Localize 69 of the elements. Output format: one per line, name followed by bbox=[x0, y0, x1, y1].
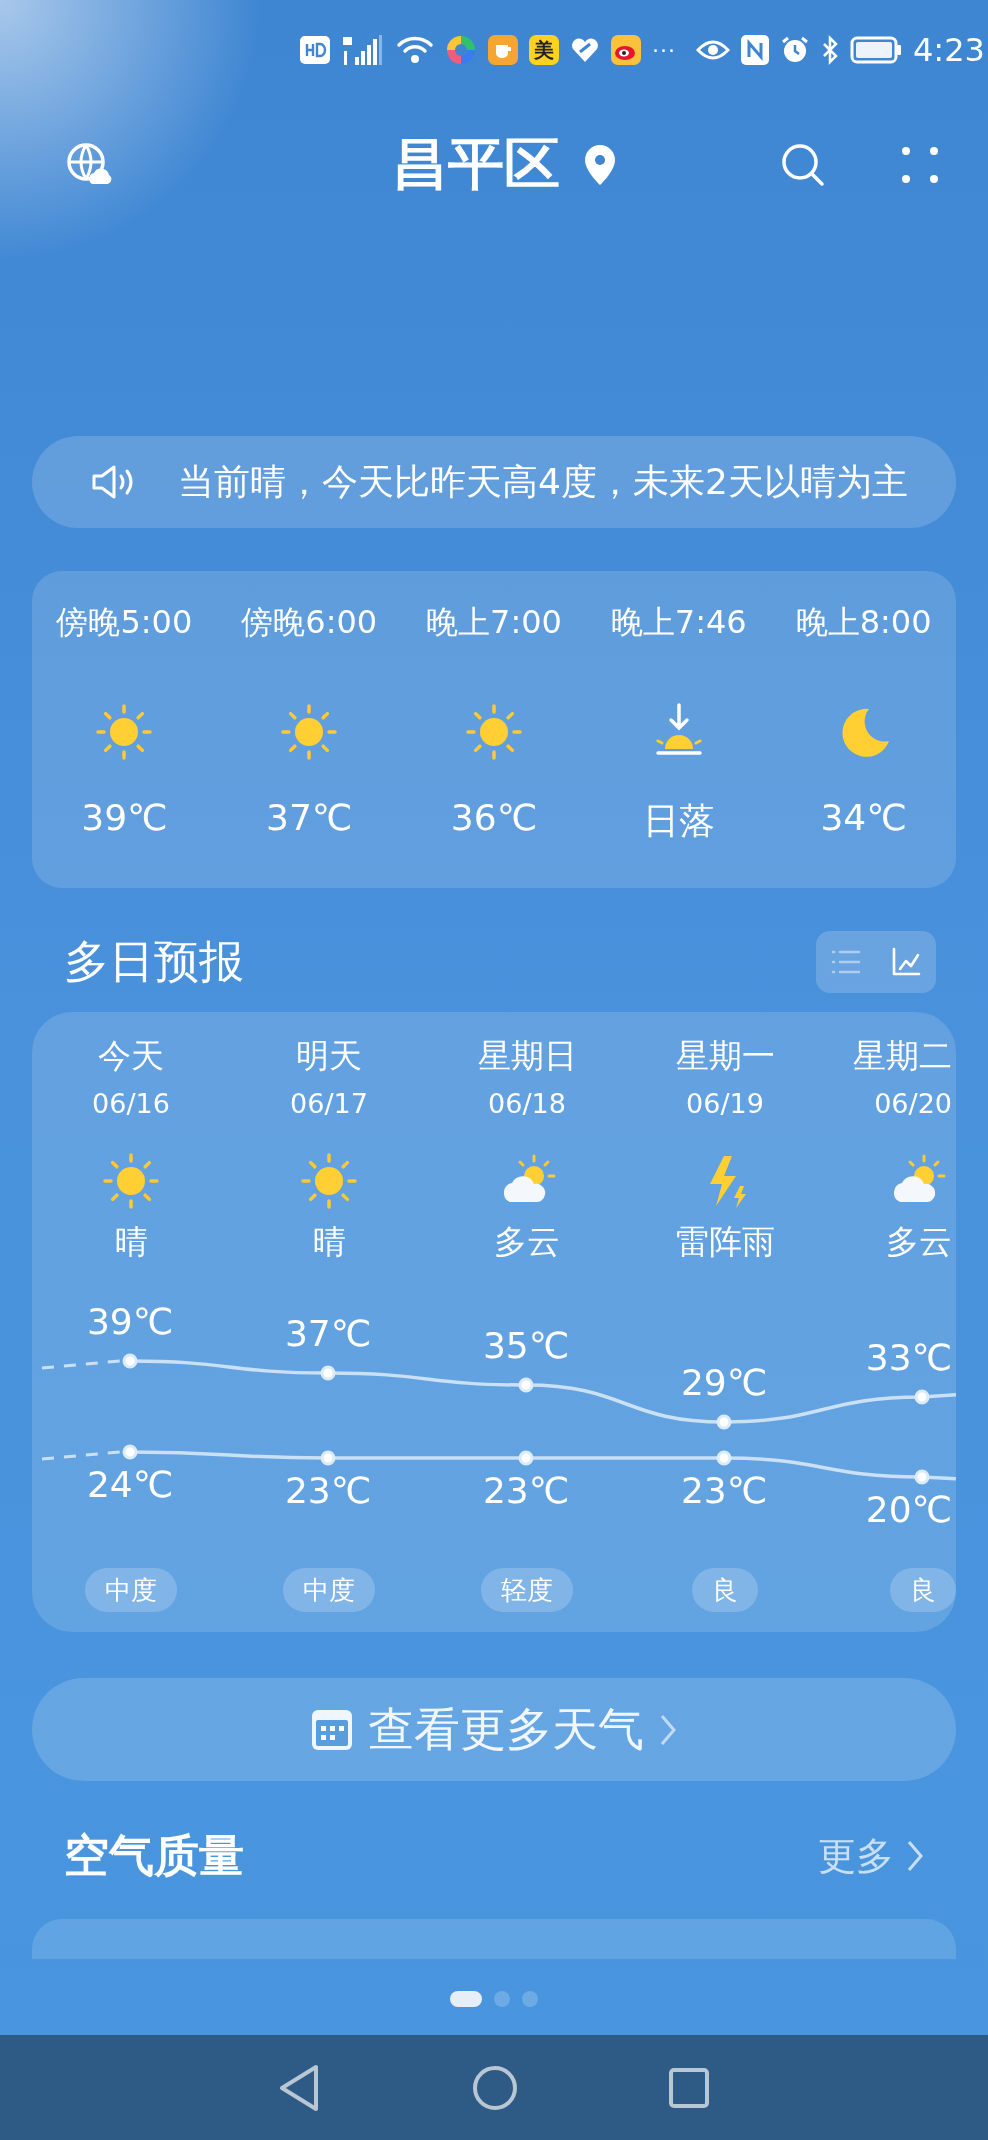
low-temperature: 23℃ bbox=[482, 1470, 570, 1511]
low-temperature: 20℃ bbox=[865, 1489, 952, 1530]
chevron-right-icon bbox=[906, 1839, 924, 1873]
hour-temperature: 34℃ bbox=[820, 797, 907, 838]
air-quality-tag: 良 bbox=[890, 1568, 956, 1612]
nfc-icon bbox=[741, 35, 769, 65]
day-date: 06/18 bbox=[488, 1088, 566, 1121]
location-pin-icon bbox=[582, 143, 618, 187]
battery-icon bbox=[850, 36, 902, 64]
day-label: 星期二 bbox=[853, 1035, 952, 1077]
day-date: 06/19 bbox=[686, 1088, 764, 1121]
notice-text: 当前晴，今天比昨天高4度，未来2天以晴为主 bbox=[178, 459, 908, 504]
page-indicator-dot[interactable] bbox=[494, 1991, 510, 2007]
air-quality-tag: 中度 bbox=[85, 1568, 177, 1612]
more-notifications: ··· bbox=[652, 37, 676, 63]
hour-temperature: 39℃ bbox=[81, 797, 168, 838]
page-indicator-dot[interactable] bbox=[522, 1991, 538, 2007]
app-badge: 美 bbox=[529, 35, 559, 65]
recent-apps-icon[interactable] bbox=[668, 2066, 710, 2109]
hour-time: 晚上8:00 bbox=[795, 602, 932, 643]
home-icon[interactable] bbox=[472, 2064, 518, 2111]
weather-condition: 多云 bbox=[494, 1221, 560, 1263]
hour-time: 傍晚5:00 bbox=[56, 602, 193, 643]
section-title: 多日预报 bbox=[64, 934, 244, 990]
high-temperature: 39℃ bbox=[86, 1301, 174, 1342]
heart-icon bbox=[570, 36, 600, 64]
day-date: 06/20 bbox=[874, 1088, 952, 1121]
air-quality-tag: 轻度 bbox=[481, 1568, 573, 1612]
eye-icon bbox=[696, 38, 730, 62]
low-temperature: 23℃ bbox=[680, 1470, 768, 1511]
weather-condition: 晴 bbox=[114, 1221, 148, 1263]
day-date: 06/17 bbox=[290, 1088, 368, 1121]
high-temperature: 37℃ bbox=[284, 1313, 372, 1354]
cup-icon bbox=[488, 35, 518, 65]
hour-time: 傍晚6:00 bbox=[241, 602, 378, 643]
hour-temperature: 日落 bbox=[642, 799, 715, 843]
clock-time: 4:23 bbox=[913, 31, 985, 69]
section-title: 空气质量 bbox=[64, 1828, 244, 1884]
signal-icon bbox=[341, 33, 385, 67]
day-label: 星期日 bbox=[477, 1035, 577, 1077]
bluetooth-icon bbox=[821, 35, 839, 65]
more-link[interactable]: 更多 bbox=[818, 1830, 924, 1882]
hour-temperature: 37℃ bbox=[266, 797, 353, 838]
day-label: 明天 bbox=[296, 1035, 362, 1077]
weather-condition: 晴 bbox=[312, 1221, 346, 1263]
hour-time: 晚上7:00 bbox=[426, 602, 562, 643]
calendar-icon bbox=[310, 1707, 354, 1752]
more-weather-button[interactable]: 查看更多天气 bbox=[32, 1678, 956, 1781]
day-date: 06/16 bbox=[92, 1088, 170, 1121]
wifi-icon bbox=[396, 34, 434, 66]
low-temperature: 24℃ bbox=[86, 1464, 174, 1505]
high-temperature: 29℃ bbox=[680, 1362, 768, 1403]
air-quality-tag: 良 bbox=[692, 1568, 758, 1612]
high-temperature: 35℃ bbox=[482, 1325, 570, 1366]
weather-condition: 多云 bbox=[886, 1221, 952, 1263]
city-title: 昌平区 bbox=[392, 130, 560, 198]
day-label: 今天 bbox=[98, 1035, 164, 1077]
low-temperature: 23℃ bbox=[284, 1470, 372, 1511]
weibo-icon bbox=[611, 35, 641, 65]
weather-notice-bar[interactable]: 当前晴，今天比昨天高4度，未来2天以晴为主 bbox=[32, 436, 956, 528]
app-icon bbox=[445, 34, 477, 66]
weather-condition: 雷阵雨 bbox=[675, 1221, 775, 1263]
high-temperature: 33℃ bbox=[865, 1337, 952, 1378]
hour-time: 晚上7:46 bbox=[610, 602, 747, 643]
day-label: 星期一 bbox=[675, 1035, 775, 1077]
hour-temperature: 36℃ bbox=[450, 797, 538, 838]
alarm-icon bbox=[780, 35, 810, 65]
hd-icon bbox=[300, 36, 330, 64]
air-quality-tag: 中度 bbox=[283, 1568, 375, 1612]
